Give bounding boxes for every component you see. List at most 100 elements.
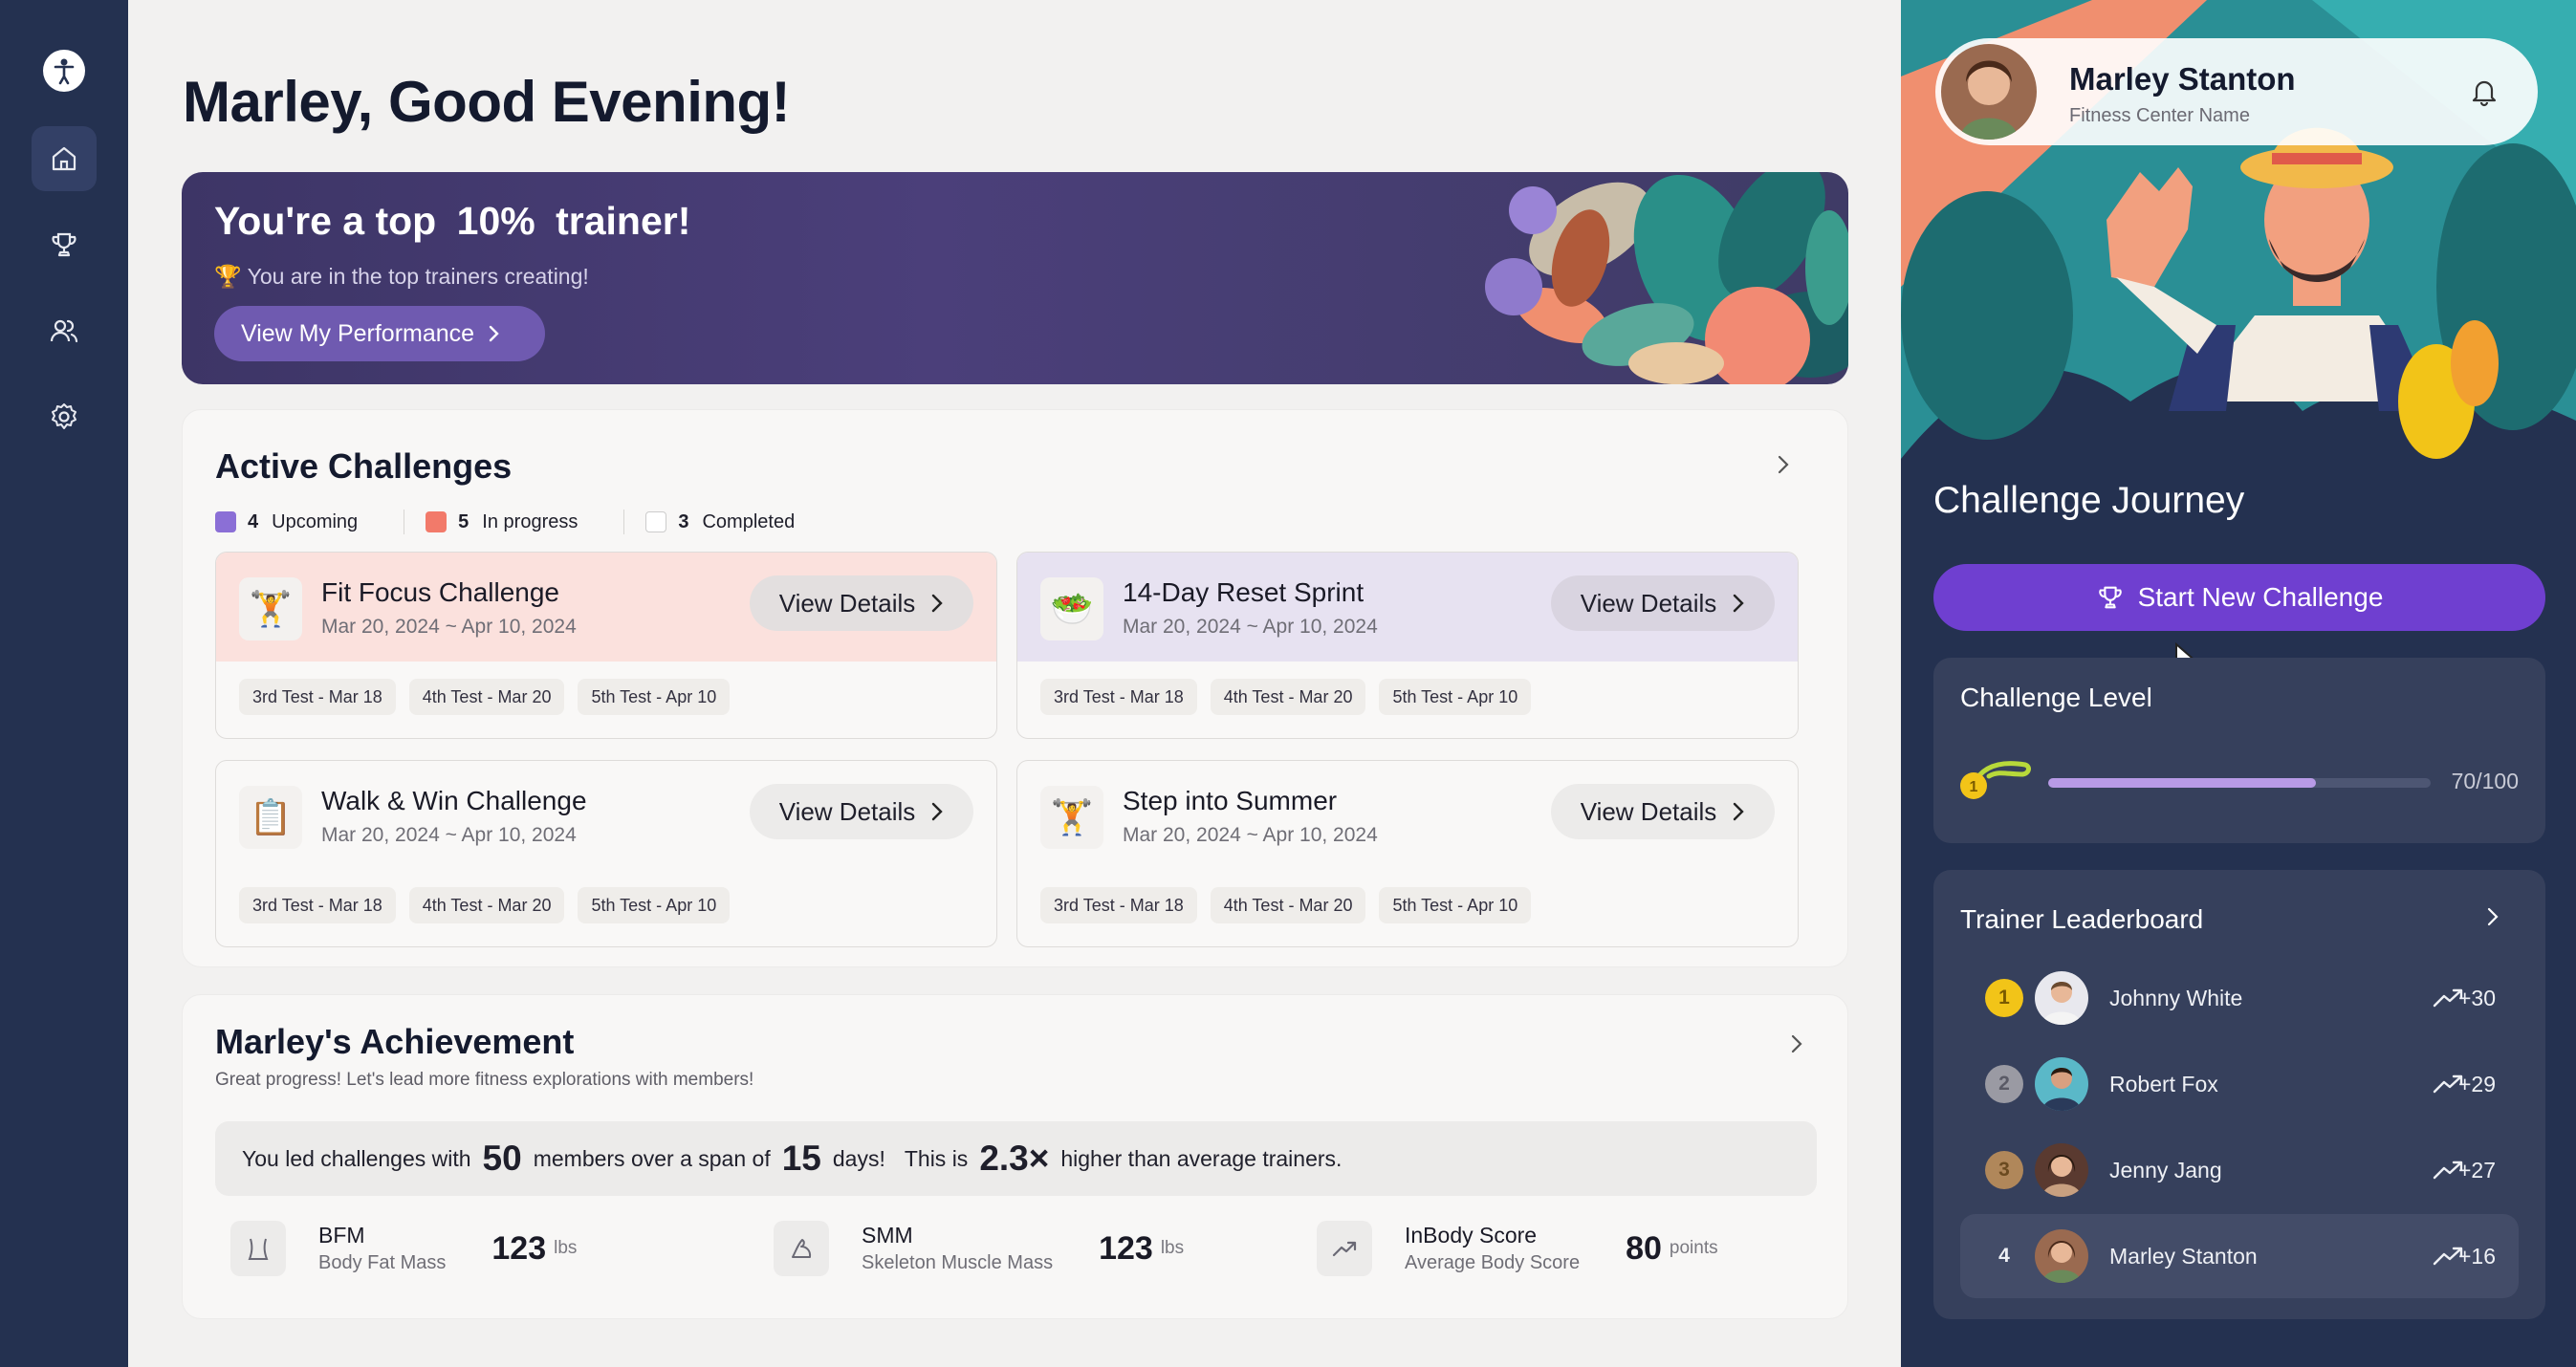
nav-home[interactable]: [32, 126, 97, 191]
test-tag: 4th Test - Mar 20: [408, 887, 565, 923]
chevron-right-icon: [1778, 455, 1789, 474]
nav-challenges[interactable]: [32, 212, 97, 277]
trainer-name: Jenny Jang: [2109, 1157, 2222, 1183]
avatar: [2035, 1229, 2088, 1283]
upcoming-swatch: [215, 511, 236, 532]
rank-badge: 2: [1985, 1065, 2023, 1103]
achievement-title: Marley's Achievement: [215, 1022, 575, 1061]
active-challenges-more[interactable]: [1767, 448, 1800, 481]
profile-name: Marley Stanton: [2069, 61, 2296, 97]
trainer-points: +29: [2457, 1071, 2496, 1096]
multiplier: 2.3×: [979, 1139, 1050, 1178]
test-tag: 3rd Test - Mar 18: [1040, 679, 1197, 715]
clipboard-100-icon: 📋: [239, 786, 302, 849]
tropical-leaves-illustration: [1485, 172, 1848, 384]
metric-unit: lbs: [554, 1238, 578, 1258]
active-challenges-card: Active Challenges 4 Upcoming 5 In progre…: [182, 409, 1848, 967]
leaderboard-row[interactable]: 3 Jenny Jang +27: [1960, 1128, 2519, 1212]
metric-value: 123: [491, 1229, 547, 1267]
avatar: [2035, 1057, 2088, 1111]
test-tag: 5th Test - Apr 10: [1379, 679, 1532, 715]
metric-label: InBody Score: [1405, 1223, 1538, 1248]
banner-title-prefix: You're a top: [214, 199, 437, 243]
nav-settings[interactable]: [32, 384, 97, 449]
summary-text: You led challenges with: [242, 1145, 471, 1171]
leaderboard-title: Trainer Leaderboard: [1960, 904, 2204, 934]
level-value: 70/100: [2451, 769, 2519, 793]
achievement-more[interactable]: [1780, 1028, 1813, 1060]
view-details-button[interactable]: View Details: [750, 784, 973, 839]
logo[interactable]: [43, 50, 85, 92]
journey-title: Challenge Journey: [1933, 480, 2245, 521]
banner-title-suffix: trainer!: [556, 199, 691, 243]
banner-subtitle: 🏆 You are in the top trainers creating!: [214, 264, 589, 290]
chevron-right-icon: [1734, 594, 1744, 613]
summary-text: higher than average trainers.: [1060, 1145, 1343, 1171]
metric-sublabel: Average Body Score: [1405, 1252, 1581, 1273]
challenge-card-header: 🏋 Step into Summer Mar 20, 2024 ~ Apr 10…: [1017, 761, 1798, 870]
users-icon: [50, 319, 78, 343]
view-details-label: View Details: [1580, 588, 1717, 618]
leaderboard-row-current-user[interactable]: 4 Marley Stanton +16: [1960, 1214, 2519, 1298]
view-performance-button[interactable]: View My Performance: [214, 306, 545, 361]
view-details-label: View Details: [778, 588, 916, 618]
view-details-button[interactable]: View Details: [1551, 784, 1775, 839]
nav-members[interactable]: [32, 298, 97, 363]
view-details-label: View Details: [1580, 796, 1717, 826]
challenge-tests: 3rd Test - Mar 18 4th Test - Mar 20 5th …: [239, 679, 731, 715]
chevron-right-icon: [1734, 802, 1744, 821]
metric-unit: points: [1669, 1238, 1718, 1258]
body-fat-icon: [230, 1221, 286, 1276]
main-content: Marley, Good Evening! You're a top 10% t…: [128, 0, 1901, 1367]
challenge-tests: 3rd Test - Mar 18 4th Test - Mar 20 5th …: [1040, 679, 1532, 715]
avatar: [1941, 44, 2037, 140]
challenge-name: Step into Summer: [1123, 786, 1338, 815]
trend-up-icon: [1317, 1221, 1372, 1276]
summary-text: This is: [904, 1145, 969, 1171]
challenge-card-header: 🏋 Fit Focus Challenge Mar 20, 2024 ~ Apr…: [216, 553, 996, 662]
view-details-button[interactable]: View Details: [750, 575, 973, 631]
active-challenges-title: Active Challenges: [215, 446, 513, 486]
test-tag: 5th Test - Apr 10: [578, 887, 731, 923]
challenge-tests: 3rd Test - Mar 18 4th Test - Mar 20 5th …: [239, 887, 731, 923]
summary-text: days!: [832, 1145, 885, 1171]
trainer-name: Marley Stanton: [2109, 1243, 2258, 1269]
start-new-challenge-label: Start New Challenge: [2137, 582, 2384, 612]
weightlifter-icon: 🏋: [1040, 786, 1103, 849]
gear-icon: [52, 403, 76, 429]
metric-unit: lbs: [1160, 1238, 1185, 1258]
legend-divider: [623, 510, 625, 534]
leaderboard-more[interactable]: [2477, 900, 2509, 933]
view-details-button[interactable]: View Details: [1551, 575, 1775, 631]
avatar: [2035, 971, 2088, 1025]
test-tag: 3rd Test - Mar 18: [239, 887, 396, 923]
svg-text:1: 1: [1970, 779, 1978, 795]
trophy-icon: [52, 232, 76, 257]
in-progress-count: 5: [458, 510, 469, 532]
in-progress-label: In progress: [482, 510, 579, 532]
challenge-card-reset-sprint: 🥗 14-Day Reset Sprint Mar 20, 2024 ~ Apr…: [1016, 552, 1799, 739]
upcoming-label: Upcoming: [272, 510, 359, 532]
trainer-points: +30: [2457, 985, 2496, 1010]
in-progress-swatch: [426, 511, 448, 532]
profile-center: Fitness Center Name: [2069, 105, 2250, 126]
metric-label-group: BFM Body Fat Mass: [318, 1223, 446, 1274]
leaderboard-row[interactable]: 1 Johnny White +30: [1960, 956, 2519, 1040]
banner-subtitle-text: You are in the top trainers creating!: [247, 264, 589, 289]
start-new-challenge-button[interactable]: Start New Challenge: [1933, 564, 2545, 631]
challenge-card-fit-focus: 🏋 Fit Focus Challenge Mar 20, 2024 ~ Apr…: [215, 552, 997, 739]
sidebar: [0, 0, 128, 1367]
leaderboard-row[interactable]: 2 Robert Fox +29: [1960, 1042, 2519, 1126]
test-tag: 5th Test - Apr 10: [1379, 887, 1532, 923]
metric-label: SMM: [862, 1223, 913, 1248]
members-count: 50: [482, 1139, 522, 1178]
metric-label: BFM: [318, 1223, 365, 1248]
chevron-right-icon: [489, 325, 499, 342]
completed-swatch: [645, 511, 667, 532]
metric-inbody: InBody Score Average Body Score 80 point…: [1317, 1221, 1718, 1276]
completed-count: 3: [678, 510, 689, 532]
notification-button[interactable]: [2465, 73, 2503, 111]
trainer-name: Robert Fox: [2109, 1071, 2218, 1096]
profile-card[interactable]: Marley Stanton Fitness Center Name: [1935, 38, 2538, 145]
rank-badge: 3: [1985, 1151, 2023, 1189]
